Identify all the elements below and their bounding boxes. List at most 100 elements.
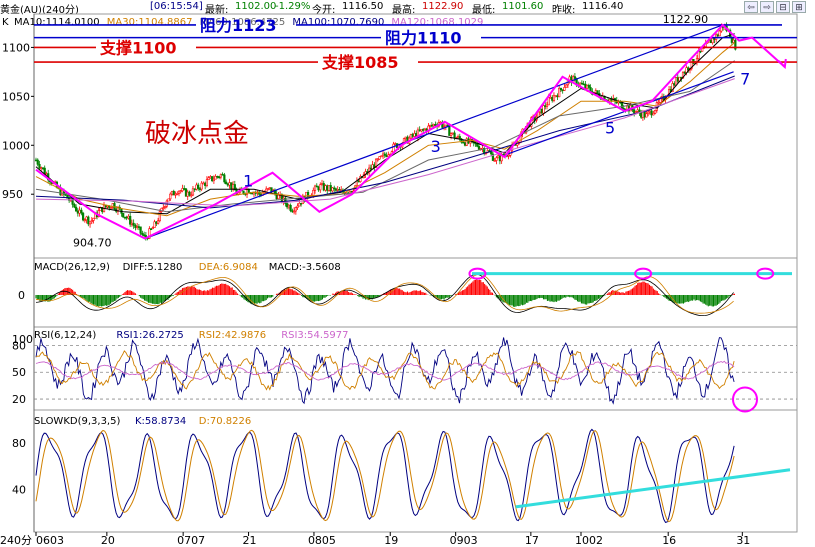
- candle-body: [409, 134, 413, 139]
- candle-body: [554, 95, 557, 97]
- candle-body: [127, 215, 130, 219]
- candle-body: [676, 77, 679, 82]
- candle-body: [333, 187, 336, 190]
- candle-body: [683, 72, 686, 74]
- candle-body: [158, 211, 161, 222]
- macd-indicator-label: MACD(26,12,9): [34, 262, 110, 273]
- candle-body: [123, 216, 127, 219]
- candle-body: [376, 158, 379, 161]
- candle-body: [490, 151, 493, 155]
- candle-body: [338, 189, 341, 191]
- xtick-label: 16: [662, 534, 676, 547]
- candle-body: [652, 112, 655, 116]
- x-period-label: 240分: [0, 534, 32, 547]
- candle-body: [198, 188, 202, 190]
- candle-body: [596, 90, 599, 94]
- candle-body: [162, 207, 165, 209]
- candle-body: [291, 210, 294, 213]
- candle-body: [582, 83, 585, 86]
- candle-body: [156, 220, 160, 224]
- candle-body: [643, 111, 646, 118]
- candle-body: [34, 159, 38, 162]
- candle-body: [231, 184, 235, 190]
- candle-body: [207, 177, 210, 181]
- candle-body: [266, 188, 270, 190]
- candle-body: [205, 179, 209, 186]
- candle-body: [122, 213, 125, 218]
- candle-body: [647, 111, 650, 115]
- ytick-label: 1100: [2, 41, 30, 54]
- chart-title: 破冰点金: [145, 119, 249, 149]
- price-annotation: 904.70: [73, 237, 112, 250]
- candle-body: [113, 203, 116, 210]
- candle-body: [580, 82, 583, 85]
- candle-body: [221, 173, 224, 176]
- ytick-label: 80: [12, 437, 26, 450]
- candle-body: [191, 188, 195, 196]
- candle-body: [211, 176, 214, 182]
- candle-body: [565, 84, 568, 88]
- candle-body: [327, 185, 331, 191]
- legend-dea: DEA:6.9084: [199, 262, 258, 273]
- candle-body: [392, 143, 395, 153]
- candle-body: [134, 225, 137, 228]
- candle-body: [617, 101, 620, 104]
- candle-body: [170, 190, 174, 195]
- ytick-label: 0: [18, 289, 25, 302]
- xtick-label: 1002: [575, 534, 603, 547]
- candle-body: [125, 216, 128, 219]
- candle-body: [650, 110, 653, 116]
- candle-body: [83, 219, 86, 222]
- candle-body: [434, 124, 437, 126]
- candle-body: [561, 89, 564, 91]
- xtick-label: 0603: [36, 534, 64, 547]
- candle-body: [151, 227, 154, 230]
- candle-body: [40, 167, 43, 170]
- ytick-label: 100: [12, 333, 33, 346]
- xtick-label: 21: [243, 534, 257, 547]
- candle-body: [448, 126, 451, 136]
- candle-body: [493, 160, 496, 162]
- candle-body: [730, 37, 733, 43]
- candle-body: [579, 82, 582, 86]
- candle-body: [540, 108, 543, 114]
- candle-body: [633, 109, 636, 114]
- candle-body: [85, 216, 88, 221]
- candle-body: [315, 185, 318, 188]
- candle-body: [296, 205, 299, 208]
- price-indicator-label: K: [2, 17, 9, 28]
- legend-diff: DIFF:5.1280: [123, 262, 183, 273]
- candle-body: [648, 110, 651, 113]
- candle-body: [378, 156, 381, 160]
- candle-body: [45, 173, 48, 175]
- candle-body: [109, 207, 113, 209]
- candle-body: [130, 222, 134, 225]
- candle-body: [334, 188, 338, 191]
- candle-body: [411, 134, 414, 137]
- candle-body: [385, 154, 388, 157]
- candle-body: [137, 226, 140, 228]
- candle-body: [380, 155, 383, 158]
- candle-body: [453, 132, 456, 139]
- candle-body: [429, 124, 432, 127]
- candle-body: [348, 190, 352, 194]
- candle-body: [190, 194, 193, 197]
- candle-body: [202, 182, 205, 185]
- candle-body: [78, 209, 81, 214]
- legend-d: D:70.8226: [199, 416, 251, 427]
- wave-label: 7: [740, 70, 750, 89]
- candle-body: [563, 87, 566, 91]
- ref-line-label: 支撑1100: [99, 38, 177, 57]
- candle-body: [336, 189, 339, 191]
- candle-body: [640, 112, 643, 118]
- candle-body: [718, 30, 721, 37]
- candle-body: [277, 194, 280, 200]
- candle-body: [268, 187, 271, 189]
- candle-body: [552, 95, 556, 101]
- candle-body: [507, 155, 510, 157]
- xtick-label: 17: [525, 534, 539, 547]
- candle-body: [186, 191, 189, 197]
- candle-body: [462, 141, 465, 144]
- candle-body: [732, 39, 735, 43]
- candle-body: [495, 157, 498, 161]
